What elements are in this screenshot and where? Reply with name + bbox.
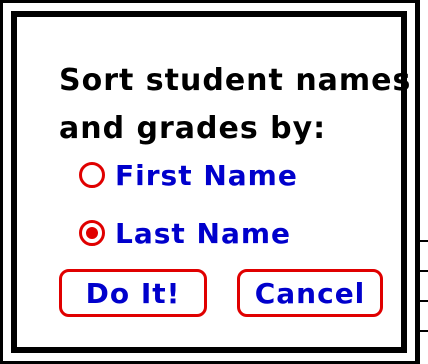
background-divider (418, 270, 428, 272)
radio-button-last-name[interactable] (79, 220, 105, 246)
radio-label-first-name: First Name (115, 158, 298, 192)
background-divider (418, 300, 428, 302)
cancel-button[interactable]: Cancel (237, 269, 383, 317)
radio-label-last-name: Last Name (115, 216, 292, 250)
sort-dialog-frame: Sort student names and grades by: First … (11, 11, 410, 353)
do-it-button[interactable]: Do It! (59, 269, 207, 317)
sort-dialog: Sort student names and grades by: First … (0, 0, 418, 364)
background-divider (418, 330, 428, 332)
prompt-line-1: Sort student names (59, 63, 412, 98)
background-divider (418, 240, 428, 242)
prompt-line-2: and grades by: (59, 111, 327, 146)
radio-option-first-name[interactable]: First Name (79, 155, 298, 195)
background-window-edge (418, 0, 428, 364)
radio-option-last-name[interactable]: Last Name (79, 213, 291, 253)
dialog-prompt: Sort student names and grades by: (59, 57, 411, 153)
radio-dot-icon (86, 227, 98, 239)
radio-button-first-name[interactable] (79, 162, 105, 188)
